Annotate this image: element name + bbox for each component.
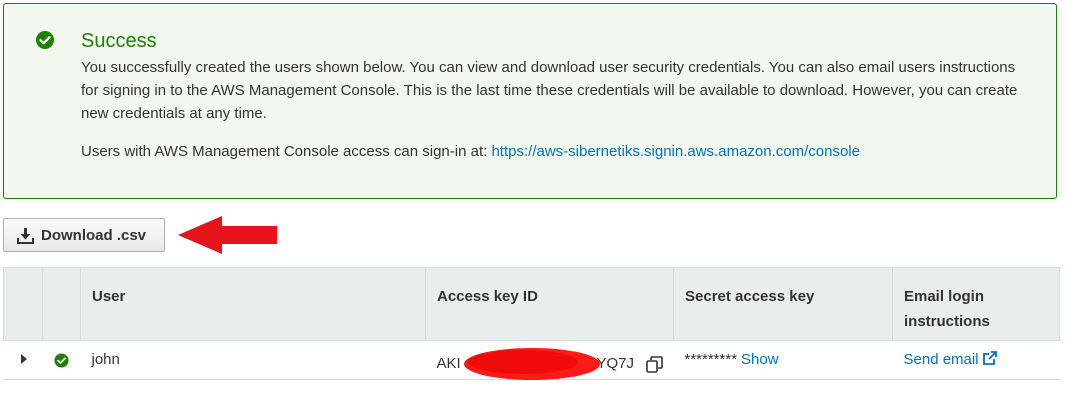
credentials-table: User Access key ID Secret access key Ema… xyxy=(3,267,1060,380)
redaction-scribble xyxy=(463,348,600,380)
caret-right-icon[interactable] xyxy=(21,354,27,364)
user-cell: john xyxy=(80,340,426,380)
expand-row-cell[interactable] xyxy=(3,340,43,380)
user-name: john xyxy=(91,351,120,368)
header-email-login-instructions[interactable]: Email login instructions xyxy=(892,267,1060,341)
signin-info: Users with AWS Management Console access… xyxy=(81,142,860,162)
send-email-link[interactable]: Send email xyxy=(904,351,979,368)
signin-url-link[interactable]: https://aws-sibernetiks.signin.aws.amazo… xyxy=(491,143,860,160)
header-expand xyxy=(3,267,43,341)
secret-key-mask: ********* xyxy=(684,351,738,368)
secret-key-cell: ********* Show xyxy=(673,340,893,380)
download-csv-label: Download .csv xyxy=(41,226,147,244)
email-cell: Send email xyxy=(892,340,1060,380)
signin-prefix: Users with AWS Management Console access… xyxy=(81,143,492,160)
red-arrow-annotation xyxy=(178,216,277,254)
check-circle-icon xyxy=(54,353,69,368)
alert-title: Success xyxy=(81,30,157,52)
alert-message: You successfully created the users shown… xyxy=(81,59,1018,122)
header-secret-access-key[interactable]: Secret access key xyxy=(673,267,893,341)
header-user[interactable]: User xyxy=(80,267,426,341)
external-link-icon[interactable] xyxy=(982,350,998,366)
show-secret-link[interactable]: Show xyxy=(741,351,779,368)
access-key-end: YQ7J xyxy=(596,355,635,372)
header-access-key-id[interactable]: Access key ID xyxy=(425,267,674,341)
copy-icon[interactable] xyxy=(645,355,664,374)
access-key-cell: AKI YQ7J xyxy=(425,340,674,380)
check-circle-icon xyxy=(36,31,54,49)
download-csv-button[interactable]: Download .csv xyxy=(3,218,165,252)
table-row: john AKI YQ7J ********* Show Send email xyxy=(3,340,1060,380)
success-alert: Success You successfully created the use… xyxy=(3,3,1057,199)
access-key-start: AKI xyxy=(436,355,461,372)
download-icon xyxy=(17,227,34,244)
status-cell xyxy=(42,340,81,380)
table-header-row: User Access key ID Secret access key Ema… xyxy=(3,267,1060,341)
header-status xyxy=(42,267,81,341)
